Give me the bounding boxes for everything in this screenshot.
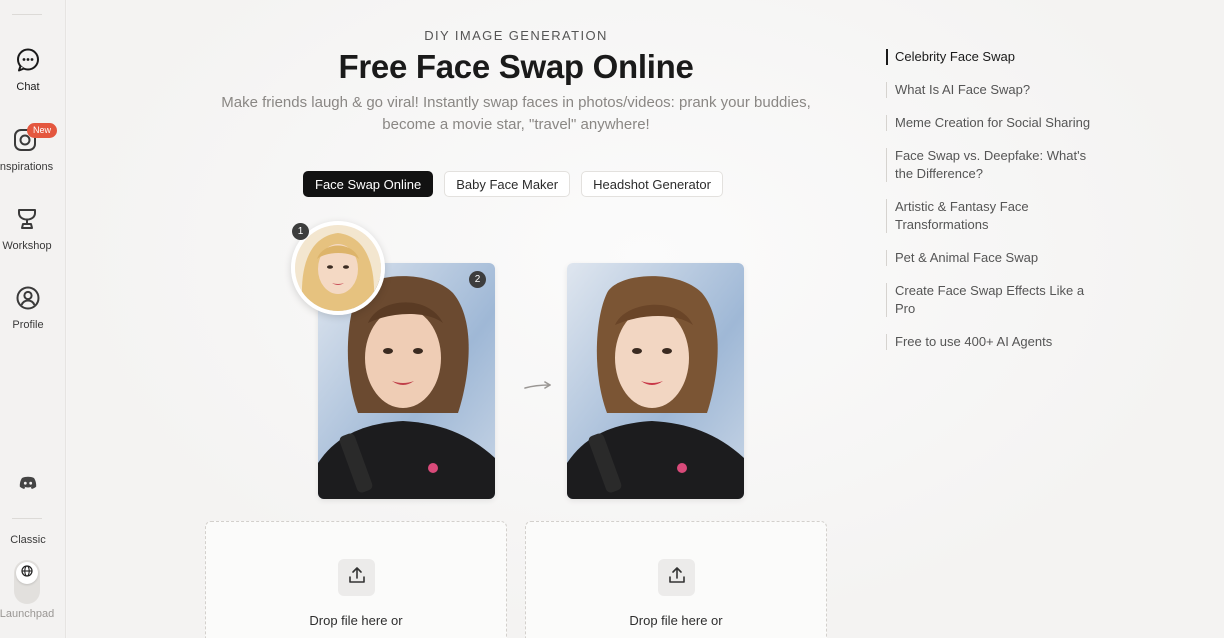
upload-dropzone-source[interactable]: Drop file here or — [205, 521, 507, 638]
classic-launchpad-toggle[interactable] — [14, 560, 40, 604]
sidebar-top-divider — [12, 14, 42, 15]
discord-link[interactable] — [0, 476, 56, 490]
tool-tabs: Face Swap Online Baby Face Maker Headsho… — [303, 171, 723, 197]
toc-item-what-is-ai-face-swap[interactable]: What Is AI Face Swap? — [886, 81, 1106, 99]
result-photo — [567, 263, 744, 499]
dropzone-text: Drop file here or — [309, 613, 403, 628]
toc-item-pet-animal[interactable]: Pet & Animal Face Swap — [886, 249, 1106, 267]
table-of-contents: Celebrity Face Swap What Is AI Face Swap… — [886, 48, 1106, 366]
tab-headshot-generator[interactable]: Headshot Generator — [581, 171, 723, 197]
discord-icon — [19, 476, 37, 490]
dropzone-text: Drop file here or — [629, 613, 723, 628]
toc-item-create-effects[interactable]: Create Face Swap Effects Like a Pro — [886, 282, 1106, 318]
classic-label: Classic — [10, 534, 46, 546]
sidebar-item-label: Profile — [12, 319, 44, 331]
toc-item-meme-creation[interactable]: Meme Creation for Social Sharing — [886, 114, 1106, 132]
sidebar-item-label: Chat — [16, 81, 40, 93]
main-content: DIY IMAGE GENERATION Free Face Swap Onli… — [67, 0, 1224, 638]
step-badge-2: 2 — [469, 271, 486, 288]
sidebar: Chat New Inspirations Workshop Profile C… — [0, 0, 66, 638]
eyebrow-text: DIY IMAGE GENERATION — [424, 28, 608, 43]
tab-baby-face-maker[interactable]: Baby Face Maker — [444, 171, 571, 197]
page-subtitle: Make friends laugh & go viral! Instantly… — [221, 94, 811, 133]
sidebar-item-chat[interactable]: Chat — [0, 47, 56, 93]
chat-icon — [15, 47, 41, 73]
classic-label-wrap: Classic — [0, 534, 56, 546]
tab-face-swap-online[interactable]: Face Swap Online — [303, 171, 434, 197]
upload-icon — [668, 566, 686, 589]
step-badge-1: 1 — [292, 223, 309, 240]
toggle-knob — [16, 562, 38, 584]
toc-item-artistic-fantasy[interactable]: Artistic & Fantasy Face Transformations — [886, 198, 1106, 234]
arrow-right-icon — [524, 378, 552, 397]
sidebar-item-inspirations[interactable]: New Inspirations — [0, 123, 58, 173]
sidebar-bottom-divider — [12, 518, 42, 519]
new-badge: New — [27, 123, 58, 138]
upload-button[interactable] — [338, 559, 375, 596]
user-icon — [15, 285, 41, 311]
page-title: Free Face Swap Online — [338, 48, 694, 85]
toc-item-free-ai-agents[interactable]: Free to use 400+ AI Agents — [886, 333, 1106, 351]
upload-button[interactable] — [658, 559, 695, 596]
globe-icon — [21, 564, 33, 582]
launchpad-label: Launchpad — [0, 608, 55, 620]
trophy-icon — [14, 206, 40, 232]
toc-item-celebrity-face-swap[interactable]: Celebrity Face Swap — [886, 48, 1106, 66]
sidebar-item-label: Workshop — [2, 240, 52, 252]
sidebar-item-workshop[interactable]: Workshop — [0, 206, 55, 252]
toc-item-face-swap-vs-deepfake[interactable]: Face Swap vs. Deepfake: What's the Diffe… — [886, 147, 1106, 183]
upload-icon — [348, 566, 366, 589]
upload-dropzone-target[interactable]: Drop file here or — [525, 521, 827, 638]
sidebar-item-label: Inspirations — [0, 161, 54, 173]
sidebar-item-profile[interactable]: Profile — [0, 285, 56, 331]
launchpad-label-wrap: Launchpad — [0, 608, 55, 620]
